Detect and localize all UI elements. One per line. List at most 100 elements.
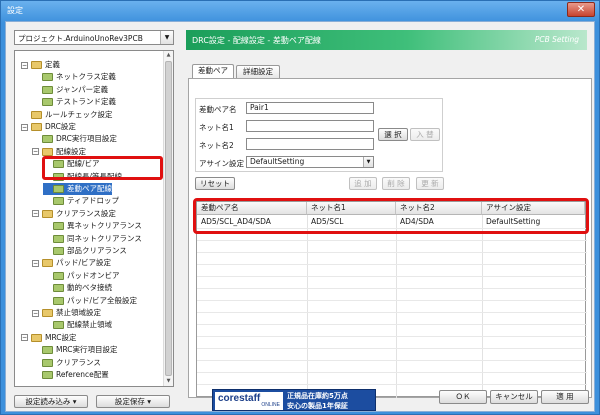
folder-icon <box>42 135 53 144</box>
tree-item[interactable]: 差動ペア配線 <box>43 183 112 195</box>
folder-icon <box>53 321 64 330</box>
collapse-toggle-icon[interactable]: − <box>21 61 28 69</box>
tree-item[interactable]: 動的ベタ接続 <box>43 282 112 294</box>
project-dropdown[interactable]: プロジェクト.ArduinoUnoRev3PCB ▼ <box>14 30 174 45</box>
tree-item[interactable]: 同ネットクリアランス <box>43 233 142 245</box>
update-button[interactable]: 更 新 <box>416 177 444 190</box>
tree-item[interactable]: ティアドロップ <box>43 195 119 207</box>
scroll-up-icon[interactable]: ▲ <box>164 51 173 60</box>
scroll-down-icon[interactable]: ▼ <box>164 377 173 386</box>
dialog-client: プロジェクト.ArduinoUnoRev3PCB ▼ ▲ ▼ − 定義ネットクラス… <box>5 21 595 412</box>
tree-item[interactable]: − 定義 <box>21 59 60 71</box>
tree-highlight-box <box>42 156 163 180</box>
settings-tree[interactable]: ▲ ▼ − 定義ネットクラス定義 ジャンパー定義テストランド定義 ルールチェック設定 −… <box>14 50 174 387</box>
ad-line-1: 正規品在庫約5万点 <box>287 392 348 400</box>
ok-button[interactable]: ＯＫ <box>439 390 487 404</box>
grid-line <box>396 215 397 398</box>
tree-item[interactable]: パッド/ビア全般設定 <box>43 295 137 307</box>
delete-button[interactable]: 削 除 <box>382 177 410 190</box>
scroll-thumb[interactable] <box>165 61 172 376</box>
tree-item[interactable]: − 禁止領域設定 <box>32 307 101 319</box>
folder-icon <box>31 61 42 69</box>
grid-line <box>482 215 483 398</box>
collapse-toggle-icon[interactable]: − <box>21 334 28 342</box>
tree-item[interactable]: Reference配置 <box>32 369 109 381</box>
folder-icon <box>53 284 64 293</box>
grid-line <box>197 324 587 325</box>
tree-item[interactable]: 配線禁止領域 <box>43 319 112 331</box>
tree-item[interactable]: ルールチェック設定 <box>21 109 113 121</box>
collapse-toggle-icon[interactable]: − <box>32 148 39 156</box>
window-title: 設定 <box>7 6 23 15</box>
collapse-toggle-icon[interactable]: − <box>32 210 39 218</box>
tree-item[interactable]: テストランド定義 <box>32 96 116 108</box>
tree-item[interactable]: 部品クリアランス <box>43 245 127 257</box>
net1-input[interactable] <box>246 120 374 132</box>
tree-item[interactable]: DRC実行項目設定 <box>32 133 117 145</box>
grid-line <box>197 264 587 265</box>
tree-item-label: ジャンパー定義 <box>56 84 109 94</box>
tree-item-label: 同ネットクリアランス <box>67 233 142 243</box>
close-button[interactable]: ✕ <box>567 2 595 17</box>
tree-scrollbar[interactable]: ▲ ▼ <box>163 51 173 386</box>
tab-detail-settings[interactable]: 詳細設定 <box>236 65 280 79</box>
tree-item[interactable]: − MRC設定 <box>21 332 77 344</box>
folder-icon <box>53 234 64 243</box>
tree-item[interactable]: クリアランス <box>32 357 101 369</box>
grid-line <box>197 360 587 361</box>
chevron-down-icon[interactable]: ▼ <box>363 157 373 167</box>
corestaff-banner[interactable]: corestaff ONLINE 正規品在庫約5万点 安心の製品1年保証 <box>212 389 376 411</box>
reset-button[interactable]: リセット <box>195 177 235 190</box>
tree-item-label: 異ネットクリアランス <box>67 221 142 231</box>
collapse-toggle-icon[interactable]: − <box>32 259 39 267</box>
collapse-toggle-icon[interactable]: − <box>32 309 39 317</box>
tree-item-label: パッド/ビア設定 <box>56 258 112 268</box>
tree-item[interactable]: ネットクラス定義 <box>32 71 116 83</box>
tree-item[interactable]: MRC実行項目設定 <box>32 344 118 356</box>
tree-item-label: 定義 <box>45 60 60 69</box>
tree-item[interactable]: − パッド/ビア設定 <box>32 257 111 269</box>
tree-item-label: ティアドロップ <box>67 196 120 206</box>
tree-item-label: 配線禁止領域 <box>67 320 112 330</box>
folder-icon <box>42 85 53 94</box>
tree-item-label: ルールチェック設定 <box>45 109 113 119</box>
folder-icon <box>53 296 64 305</box>
select-button[interactable]: 選 択 <box>378 128 408 141</box>
add-button[interactable]: 追 加 <box>349 177 377 190</box>
tree-item[interactable]: パッドオンビア <box>43 270 120 282</box>
grid-line <box>197 252 587 253</box>
tree-item[interactable]: 異ネットクリアランス <box>43 220 142 232</box>
folder-icon <box>42 371 53 379</box>
tree-item[interactable]: − クリアランス設定 <box>32 208 116 220</box>
folder-icon <box>42 147 53 156</box>
tree-item[interactable]: − DRC設定 <box>21 121 76 133</box>
assign-select[interactable]: DefaultSetting ▼ <box>246 156 374 168</box>
net2-input[interactable] <box>246 138 374 150</box>
tree-item-label: ネットクラス定義 <box>56 72 116 82</box>
chevron-down-icon[interactable]: ▼ <box>160 31 173 44</box>
tree-item-label: 差動ペア配線 <box>67 184 112 193</box>
pair-name-label: 差動ペア名 <box>199 105 237 114</box>
tree-item-label: DRC設定 <box>45 122 76 131</box>
title-bar[interactable]: 設定 ✕ <box>1 1 599 19</box>
folder-icon <box>42 346 53 355</box>
assign-select-value: DefaultSetting <box>250 157 305 166</box>
tree-item[interactable]: ジャンパー定義 <box>32 84 108 96</box>
folder-icon <box>53 185 64 193</box>
swap-button[interactable]: 入 替 <box>410 128 440 141</box>
grid-line <box>197 348 587 349</box>
settings-window: 設定 ✕ プロジェクト.ArduinoUnoRev3PCB ▼ ▲ ▼ − 定義ネ… <box>0 0 600 415</box>
save-settings-button[interactable]: 設定保存 ▾ <box>96 395 170 408</box>
tree-item-label: 禁止領域設定 <box>56 308 101 317</box>
load-settings-button[interactable]: 設定読み込み ▾ <box>14 395 88 408</box>
cancel-button[interactable]: キャンセル <box>490 390 538 404</box>
folder-icon <box>42 73 53 82</box>
tree-item-label: MRC実行項目設定 <box>56 345 118 355</box>
tab-differential-pair[interactable]: 差動ペア <box>192 64 234 79</box>
apply-button[interactable]: 適 用 <box>541 390 589 404</box>
tree-item-label: MRC設定 <box>45 332 77 342</box>
net2-label: ネット名2 <box>199 141 234 150</box>
collapse-toggle-icon[interactable]: − <box>21 123 28 131</box>
pair-name-input[interactable]: Pair1 <box>246 102 374 114</box>
grid-line <box>197 336 587 337</box>
